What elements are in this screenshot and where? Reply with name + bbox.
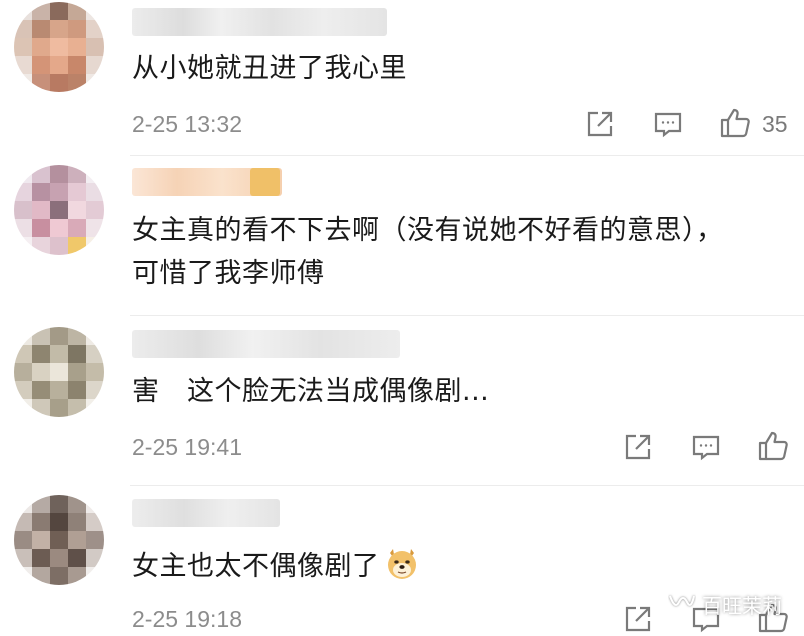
comment-text: 从小她就丑进了我心里	[132, 53, 407, 84]
doge-emoji-icon	[384, 545, 420, 581]
share-icon[interactable]	[622, 603, 654, 635]
username-blurred[interactable]	[132, 499, 280, 527]
username-blurred[interactable]	[132, 8, 387, 36]
wechat-channel-icon	[668, 592, 696, 617]
watermark: 百旺茉莉	[668, 589, 782, 619]
comment-text-line-2: 可惜了我李师傅	[132, 258, 325, 289]
like-count: 35	[762, 111, 788, 137]
comment-text-line-1: 女主真的看不下去啊（没有说她不好看的意思），	[132, 215, 724, 246]
comment-item: 从小她就丑进了我心里 2-25 13:32 35	[0, 0, 804, 155]
comment-time: 2-25 19:18	[132, 606, 242, 632]
share-icon[interactable]	[584, 108, 616, 140]
avatar[interactable]	[14, 165, 104, 255]
avatar[interactable]	[14, 495, 104, 585]
comment-time: 2-25 13:32	[132, 111, 242, 137]
comment-item: 害 这个脸无法当成偶像剧... 2-25 19:41	[0, 315, 804, 485]
comment-item: 女主真的看不下去啊（没有说她不好看的意思）， 可惜了我李师傅	[0, 155, 804, 315]
comment-list: 从小她就丑进了我心里 2-25 13:32 35 女主真的看不下去啊（没有说她不…	[0, 0, 804, 636]
like-icon[interactable]	[718, 106, 752, 140]
avatar[interactable]	[14, 2, 104, 92]
comment-icon[interactable]	[652, 108, 684, 140]
vip-badge-blurred	[250, 168, 280, 196]
avatar[interactable]	[14, 327, 104, 417]
comment-text: 女主也太不偶像剧了	[132, 545, 764, 586]
share-icon[interactable]	[622, 431, 654, 463]
comment-icon[interactable]	[690, 431, 722, 463]
comment-text-content: 女主也太不偶像剧了	[132, 551, 380, 582]
watermark-text: 百旺茉莉	[702, 593, 782, 618]
comment-text: 害 这个脸无法当成偶像剧...	[132, 376, 490, 407]
like-icon[interactable]	[756, 429, 790, 463]
comment-time: 2-25 19:41	[132, 434, 242, 460]
username-blurred[interactable]	[132, 330, 400, 358]
